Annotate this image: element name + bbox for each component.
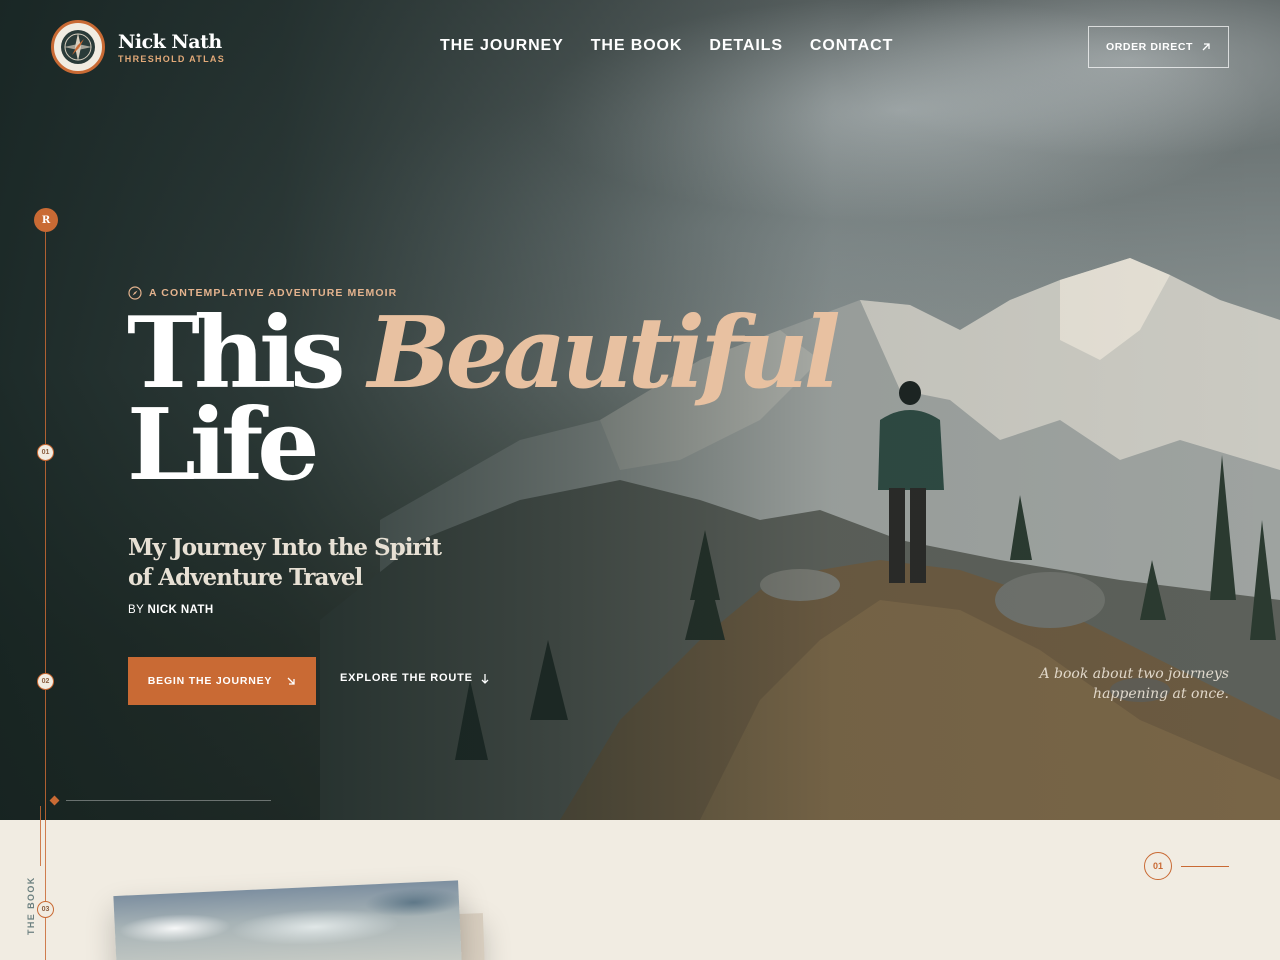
hero-title: This Beautiful Life [127,305,841,495]
tagline-line-1: A book about two journeys [1039,666,1229,682]
title-word-beautiful: Beautiful [367,296,841,411]
brand-logo[interactable]: Nick Nath THRESHOLD ATLAS [51,20,225,74]
nav-item-contact[interactable]: CONTACT [810,37,893,55]
hero-section: Nick Nath THRESHOLD ATLAS THE JOURNEY TH… [0,0,1280,820]
nav-item-the-book[interactable]: THE BOOK [591,37,683,55]
nav-item-the-journey[interactable]: THE JOURNEY [440,37,564,55]
rail-section-label: THE BOOK [26,876,36,935]
explore-route-link[interactable]: EXPLORE THE ROUTE [340,672,489,684]
brand-name: Nick Nath [118,30,222,53]
section-number-line [1181,866,1229,867]
section-number-badge: 01 [1144,852,1172,880]
arrow-down-right-icon [287,677,295,685]
rail-top-marker[interactable]: R [34,208,58,232]
hero-tagline: A book about two journeys happening at o… [1039,664,1229,704]
order-direct-button[interactable]: ORDER DIRECT [1088,26,1229,68]
explore-route-label: EXPLORE THE ROUTE [340,672,473,684]
byline: BY NICK NATH [128,604,214,616]
byline-prefix: BY [128,604,144,616]
nav-item-details[interactable]: DETAILS [709,37,783,55]
rail-marker-01[interactable]: 01 [37,444,54,461]
title-word-life: Life [127,388,320,503]
progress-rail [45,232,46,960]
tagline-line-2: happening at once. [1093,686,1229,702]
progress-rail-secondary [40,806,41,866]
brand-subtitle: THRESHOLD ATLAS [118,53,225,64]
book-cover-image [113,880,462,960]
rail-marker-02[interactable]: 02 [37,673,54,690]
main-nav: THE JOURNEY THE BOOK DETAILS CONTACT [440,37,893,55]
hero-subtitle: My Journey Into the Spirit of Adventure … [128,534,442,591]
rail-marker-03[interactable]: 03 [37,901,54,918]
byline-author: NICK NATH [147,604,214,616]
order-direct-label: ORDER DIRECT [1105,41,1194,53]
arrow-down-icon [481,673,489,684]
begin-journey-label: BEGIN THE JOURNEY [147,675,273,687]
compass-icon [51,20,105,74]
arrow-up-right-icon [1202,43,1210,51]
hero-divider-line [66,800,271,801]
begin-journey-button[interactable]: BEGIN THE JOURNEY [128,657,316,705]
